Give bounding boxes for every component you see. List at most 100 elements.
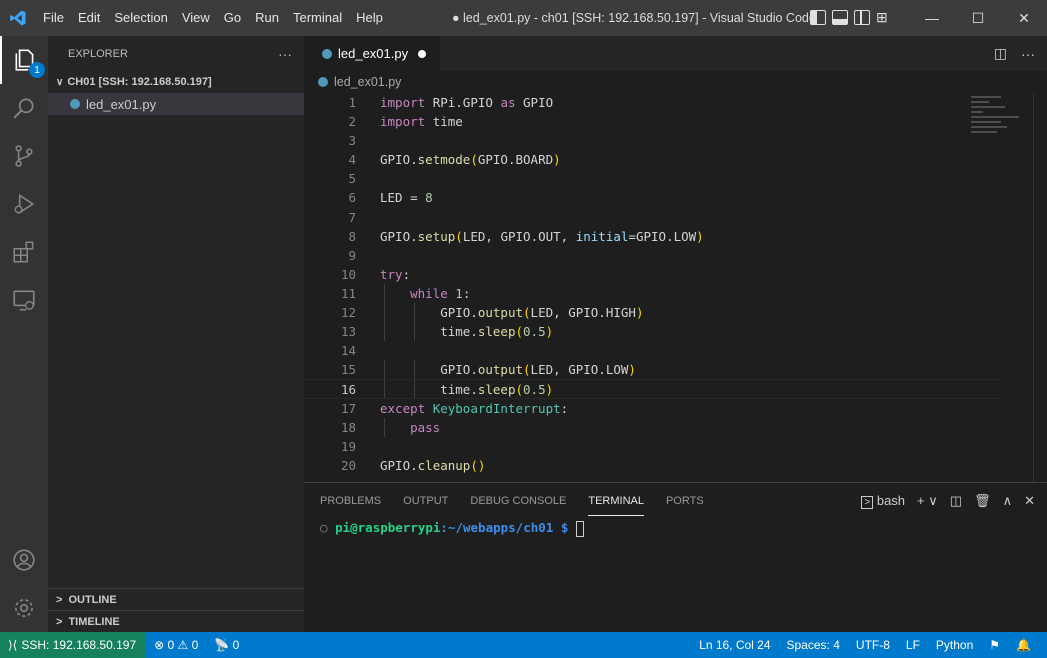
line-number: 7 <box>348 209 356 225</box>
settings-gear-icon[interactable] <box>0 584 48 632</box>
code-line[interactable]: 16 time.sleep(0.5) <box>304 379 1004 399</box>
code-line[interactable]: 6 LED = 8 <box>304 188 1004 207</box>
feedback-icon[interactable]: ⚑ <box>981 638 1008 652</box>
split-editor-icon[interactable]: ◫ <box>994 45 1007 62</box>
new-terminal-icon[interactable]: + ∨ <box>917 493 938 509</box>
menu-help[interactable]: Help <box>349 0 390 36</box>
tab-output[interactable]: OUTPUT <box>403 486 448 515</box>
menu-file[interactable]: File <box>36 0 71 36</box>
remote-indicator[interactable]: ⟩⟨ SSH: 192.168.50.197 <box>0 632 147 658</box>
toggle-panel-icon[interactable] <box>832 10 848 25</box>
indentation[interactable]: Spaces: 4 <box>779 638 848 652</box>
tab-led-ex01[interactable]: led_ex01.py <box>304 36 441 71</box>
activity-bar: 1 <box>0 36 48 632</box>
line-number: 11 <box>340 285 356 301</box>
tab-debug-console[interactable]: DEBUG CONSOLE <box>470 486 566 515</box>
menu-run[interactable]: Run <box>248 0 286 36</box>
unsaved-dot-icon[interactable] <box>418 49 427 58</box>
line-number: 18 <box>340 419 356 435</box>
menu-selection[interactable]: Selection <box>107 0 174 36</box>
code-line[interactable]: 18 pass <box>304 417 1004 437</box>
trash-icon[interactable]: 🗑 <box>974 493 991 509</box>
tab-terminal[interactable]: TERMINAL <box>588 486 644 516</box>
explorer-header: EXPLORER ··· <box>48 36 304 71</box>
menu-terminal[interactable]: Terminal <box>286 0 349 36</box>
chevron-right-icon: > <box>56 593 63 606</box>
close-button[interactable]: ✕ <box>1001 0 1047 36</box>
line-number: 10 <box>340 266 356 282</box>
layout-controls: ⊞ <box>810 10 892 25</box>
toggle-primary-sidebar-icon[interactable] <box>810 10 826 25</box>
explorer-icon[interactable]: 1 <box>0 36 48 84</box>
code-line[interactable]: 11 while 1: <box>304 283 1004 304</box>
explorer-more-button[interactable]: ··· <box>278 46 292 62</box>
remote-label: SSH: 192.168.50.197 <box>21 638 137 652</box>
extensions-icon[interactable] <box>0 228 48 276</box>
code-line[interactable]: 10 try: <box>304 265 1004 284</box>
tab-problems[interactable]: PROBLEMS <box>320 486 381 515</box>
code-editor[interactable]: 1 import RPi.GPIO as GPIO 2 import time 3 4 GP… <box>304 93 1004 475</box>
code-line[interactable]: 12 GPIO.output(LED, GPIO.HIGH) <box>304 303 1004 323</box>
status-bar: ⟩⟨ SSH: 192.168.50.197 ⊗ 0 ⚠ 0 📡 0 Ln 16… <box>0 632 1047 658</box>
close-panel-icon[interactable]: ✕ <box>1024 493 1035 509</box>
outline-section[interactable]: > OUTLINE <box>48 588 304 610</box>
more-actions-icon[interactable]: ··· <box>1021 46 1035 62</box>
window-title: ● led_ex01.py - ch01 [SSH: 192.168.50.19… <box>452 11 816 25</box>
line-number: 1 <box>348 95 356 110</box>
line-ending[interactable]: LF <box>898 638 928 652</box>
prompt-user: pi@raspberrypi <box>335 520 441 535</box>
accounts-icon[interactable] <box>0 536 48 584</box>
editor-actions: ◫ ··· <box>994 36 1035 71</box>
code-line[interactable]: 9 <box>304 246 1004 265</box>
terminal-output[interactable]: ○ pi@raspberrypi:~/webapps/ch01 $ <box>304 518 1047 538</box>
ports-count[interactable]: 📡 0 <box>206 638 247 652</box>
language-mode[interactable]: Python <box>928 638 981 652</box>
code-line[interactable]: 20 GPIO.cleanup() <box>304 456 1004 475</box>
search-icon[interactable] <box>0 84 48 132</box>
maximize-panel-icon[interactable]: ∧ <box>1003 493 1013 509</box>
toggle-secondary-sidebar-icon[interactable] <box>854 10 870 25</box>
code-line[interactable]: 15 GPIO.output(LED, GPIO.LOW) <box>304 360 1004 380</box>
minimap[interactable] <box>971 93 1031 153</box>
tab-label: led_ex01.py <box>338 46 409 61</box>
code-line[interactable]: 4 GPIO.setmode(GPIO.BOARD) <box>304 150 1004 169</box>
workspace-folder[interactable]: ∨ CH01 [SSH: 192.168.50.197] <box>48 71 304 93</box>
line-text: except KeyboardInterrupt: <box>380 400 569 416</box>
code-line[interactable]: 13 time.sleep(0.5) <box>304 322 1004 342</box>
menu-edit[interactable]: Edit <box>71 0 107 36</box>
line-number: 20 <box>340 457 356 473</box>
code-line[interactable]: 7 <box>304 208 1004 227</box>
cursor-position[interactable]: Ln 16, Col 24 <box>691 638 778 652</box>
python-file-icon <box>318 77 328 87</box>
code-line[interactable]: 3 <box>304 131 1004 150</box>
problems-count[interactable]: ⊗ 0 ⚠ 0 <box>146 638 206 652</box>
run-debug-icon[interactable] <box>0 180 48 228</box>
editor-scrollbar[interactable] <box>1033 93 1047 482</box>
remote-explorer-icon[interactable] <box>0 276 48 324</box>
editor-area: led_ex01.py ◫ ··· led_ex01.py 1 import RP… <box>304 36 1047 482</box>
code-line[interactable]: 1 import RPi.GPIO as GPIO <box>304 93 1004 112</box>
code-line[interactable]: 5 <box>304 169 1004 188</box>
code-line[interactable]: 8 GPIO.setup(LED, GPIO.OUT, initial=GPIO.… <box>304 227 1004 246</box>
menu-go[interactable]: Go <box>217 0 248 36</box>
breadcrumb[interactable]: led_ex01.py <box>304 71 1047 93</box>
timeline-section[interactable]: > TIMELINE <box>48 610 304 632</box>
source-control-icon[interactable] <box>0 132 48 180</box>
terminal-shell-selector[interactable]: > bash <box>861 493 905 509</box>
tab-ports[interactable]: PORTS <box>666 486 704 515</box>
code-line[interactable]: 17 except KeyboardInterrupt: <box>304 399 1004 418</box>
notifications-bell-icon[interactable]: 🔔 <box>1008 638 1039 652</box>
encoding[interactable]: UTF-8 <box>848 638 898 652</box>
file-item-led-ex01[interactable]: led_ex01.py <box>48 93 304 115</box>
maximize-button[interactable]: ☐ <box>955 0 1001 36</box>
python-file-icon <box>70 99 80 109</box>
menu-view[interactable]: View <box>175 0 217 36</box>
folder-label: CH01 [SSH: 192.168.50.197] <box>67 76 212 88</box>
customize-layout-icon[interactable]: ⊞ <box>876 10 892 25</box>
outline-label: OUTLINE <box>68 593 117 606</box>
split-terminal-icon[interactable]: ◫ <box>950 493 962 509</box>
code-line[interactable]: 19 <box>304 437 1004 456</box>
code-line[interactable]: 2 import time <box>304 112 1004 131</box>
minimize-button[interactable]: — <box>909 0 955 36</box>
code-line[interactable]: 14 <box>304 341 1004 360</box>
